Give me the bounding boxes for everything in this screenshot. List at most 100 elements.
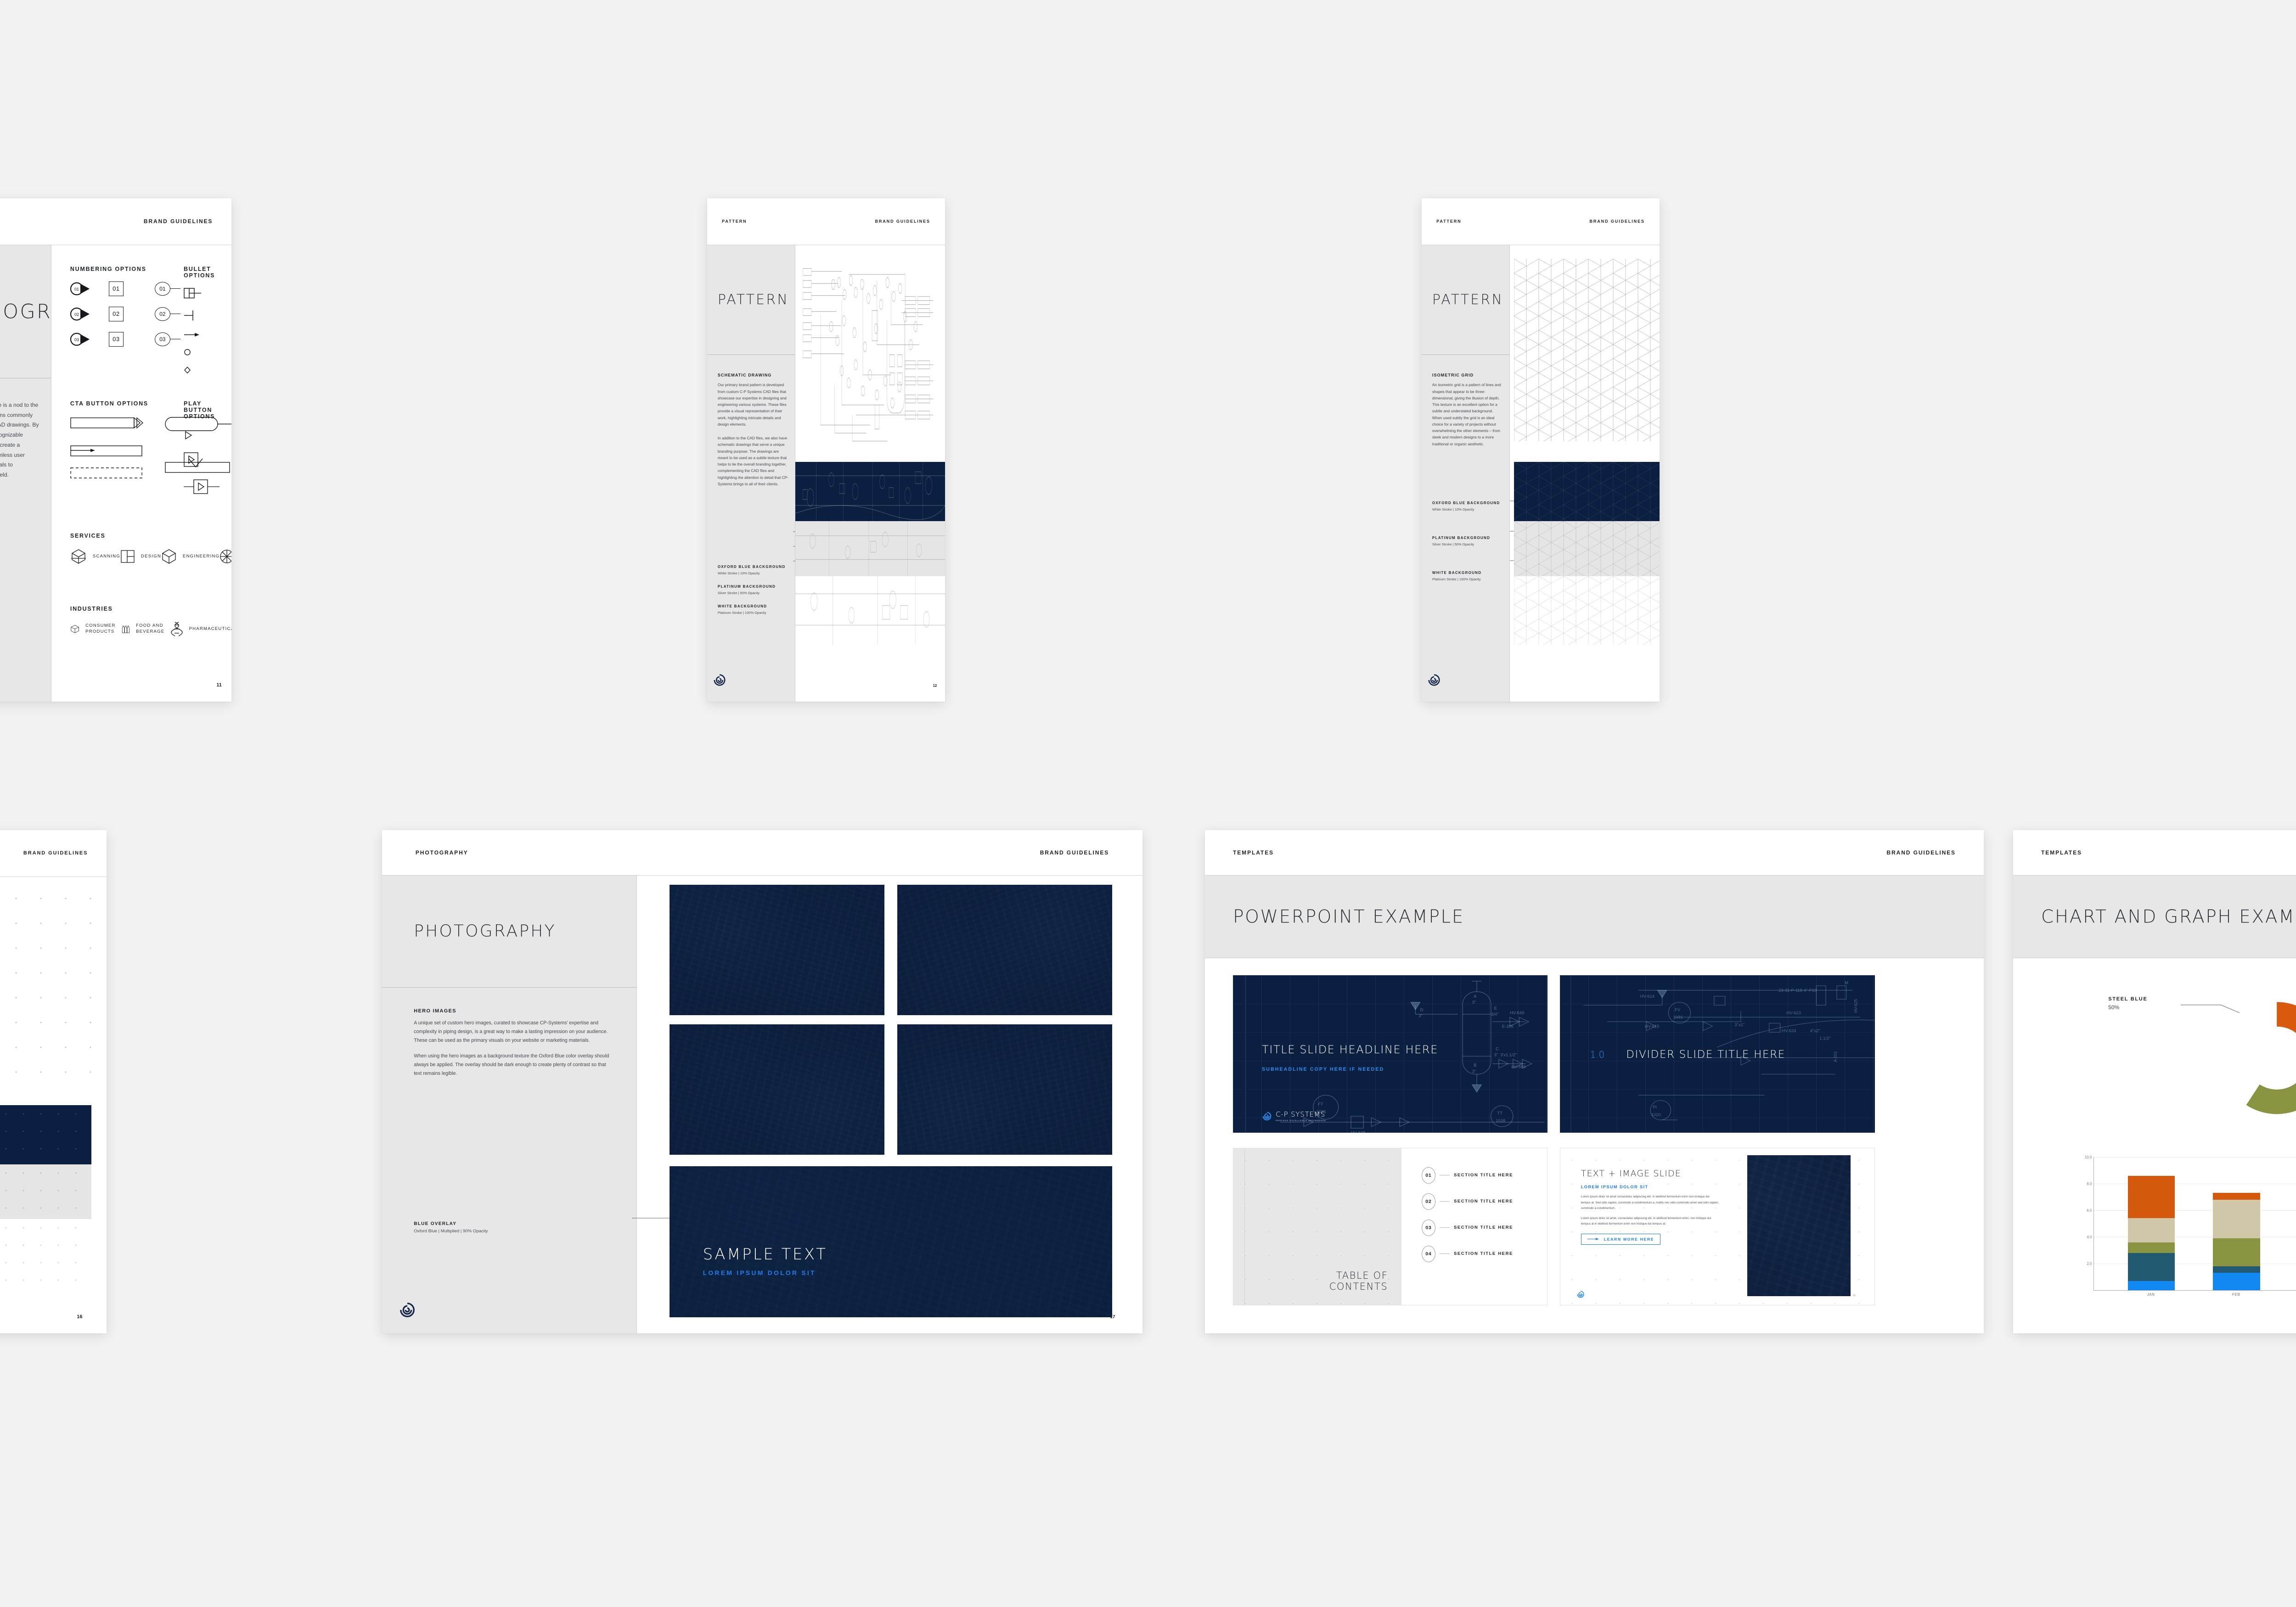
learn-more-label: LEARN MORE HERE	[1604, 1236, 1654, 1242]
slide-title[interactable]: A 3" E 3/4" HV-649 C 3" HV-650 B 3" D 3" FT 10…	[1233, 975, 1548, 1133]
page-pattern-isometric[interactable]: PATTERN BRAND GUIDELINES PATTERN ISOMETR…	[1422, 198, 1660, 702]
page-chart-examples[interactable]: TEMPLATES BRAND GUIDELINES CHART AND GRA…	[2013, 830, 2296, 1333]
page-brand-label: BRAND GUIDELINES	[23, 850, 88, 856]
page-number: 12	[933, 684, 937, 688]
toc-item-dash	[1439, 1227, 1450, 1228]
slide-page-number: 10	[1852, 1294, 1856, 1297]
svg-text:02: 02	[74, 312, 79, 317]
cta-button-inner-arrow[interactable]	[70, 444, 144, 460]
body-paragraph-1: A unique set of custom hero images, cura…	[414, 1020, 608, 1043]
page-title: PHOTOGRAPHY	[414, 921, 556, 941]
title-slide-headline: TITLE SLIDE HEADLINE HERE	[1262, 1043, 1438, 1056]
title-slide-logo: C-P SYSTEMS PROCESS EXCELLENCE ENGINEERE…	[1262, 1110, 1326, 1122]
svg-text:HV-625: HV-625	[1854, 999, 1858, 1013]
callout-list: OXFORD BLUE BACKGROUND White Stroke | 10…	[718, 565, 792, 629]
slide-table-of-contents[interactable]: TABLE OF CONTENTS 01 SECTION TITLE HERE …	[1233, 1147, 1548, 1305]
toc-item-label: SECTION TITLE HERE	[1453, 1199, 1514, 1204]
page-pattern-dot[interactable]: BRAND GUIDELINES 16	[0, 830, 107, 1333]
svg-text:FT: FT	[1318, 1102, 1323, 1107]
slide-text-image[interactable]: TEXT + IMAGE SLIDE LOREM IPSUM DOLOR SIT…	[1560, 1147, 1875, 1305]
page-title-box: PATTERN	[707, 245, 795, 355]
page-photography[interactable]: PHOTOGRAPHY BRAND GUIDELINES PHOTOGRAPHY…	[382, 830, 1142, 1333]
bar-column[interactable]	[2127, 1175, 2175, 1290]
box-icon	[71, 625, 79, 634]
brand-logo-mark	[1428, 674, 1440, 686]
callout-oxford-blue: OXFORD BLUE BACKGROUND White Stroke | 10…	[1432, 501, 1507, 511]
page-pattern-schematic[interactable]: PATTERN BRAND GUIDELINES PATTERN SCHEMAT…	[707, 198, 945, 702]
dot-white-band	[0, 1219, 92, 1283]
hero-banner[interactable]: SAMPLE TEXT LOREM IPSUM DOLOR SIT	[670, 1166, 1112, 1318]
bar-chart-x-axis: JAN FEB MAR APR MAY	[2093, 1291, 2296, 1307]
page-powerpoint-example[interactable]: TEMPLATES BRAND GUIDELINES POWERPOINT EX…	[1205, 830, 1984, 1333]
body-paragraph-2: In addition to the CAD files, we also ha…	[717, 436, 788, 486]
page-iconography[interactable]: ICONOGRAPHY BRAND GUIDELINES ICONOGRAPHY…	[0, 198, 231, 702]
page-sidebar: ICONOGRAPHY Our iconography style is a n…	[0, 245, 108, 702]
numbering-ellipse-marker: 01	[154, 281, 180, 296]
industry-item: PHARMACEUTICAL	[170, 621, 231, 637]
bar-column[interactable]	[2213, 1193, 2260, 1290]
svg-text:1020: 1020	[1651, 1113, 1661, 1117]
toc-items: 01 SECTION TITLE HERE 02 SECTION TITLE H…	[1421, 1167, 1535, 1262]
svg-text:HV-615: HV-615	[1645, 1024, 1659, 1029]
toc-item[interactable]: 02 SECTION TITLE HERE	[1421, 1193, 1535, 1210]
cta-button-dashed[interactable]	[70, 466, 144, 482]
hero-thumbnail[interactable]	[670, 1024, 885, 1155]
stacked-bar-chart[interactable]: 10.0 8.0 6.0 4.0 2.0 JAN FEB	[2060, 1155, 2296, 1307]
y-tick: 2.0	[2087, 1262, 2092, 1266]
dot-oxford-band	[0, 1105, 92, 1165]
numbering-row: 02 02 02	[70, 306, 180, 322]
numbering-box-marker: 01	[108, 281, 124, 296]
bullet-tee-icon	[184, 310, 231, 323]
callout-title: PLATINUM BACKGROUND	[717, 584, 776, 589]
page-sidebar: PATTERN SCHEMATIC DRAWING Our primary br…	[707, 245, 795, 702]
play-inline-icon[interactable]	[184, 479, 231, 496]
page-header: PHOTOGRAPHY BRAND GUIDELINES	[382, 830, 1142, 876]
toc-item-number: 01	[1421, 1167, 1435, 1184]
svg-text:03: 03	[74, 337, 79, 342]
wheel-icon	[220, 550, 231, 563]
toc-item-label: SECTION TITLE HERE	[1453, 1225, 1514, 1231]
toc-item[interactable]: 04 SECTION TITLE HERE	[1421, 1245, 1535, 1262]
hero-thumbnail[interactable]	[897, 884, 1112, 1015]
section-label-bullets: BULLET OPTIONS	[184, 265, 215, 279]
section-label-industries: INDUSTRIES	[70, 606, 113, 612]
slide-divider[interactable]: HV-614 HV-615 23-31-P-118-4"-P10 HV-623 HV…	[1560, 975, 1875, 1133]
page-eyebrow: PHOTOGRAPHY	[415, 849, 468, 856]
page-number: 11	[216, 682, 222, 688]
svg-text:PI: PI	[1653, 1105, 1657, 1110]
isometric-oxford-band	[1514, 462, 1660, 522]
callout-blue-overlay: BLUE OVERLAY Oxford Blue | Multiplied | …	[414, 1221, 629, 1234]
play-triangle-icon[interactable]	[184, 431, 231, 442]
svg-text:HV-614: HV-614	[1640, 994, 1654, 999]
section-subhead: ISOMETRIC GRID	[1432, 373, 1474, 378]
svg-text:HV-648: HV-648	[1351, 1131, 1365, 1133]
numbering-pin-marker: 02	[70, 306, 91, 322]
numbering-ellipse-marker: 03	[154, 332, 180, 346]
page-title-band: POWERPOINT EXAMPLE	[1205, 875, 1984, 959]
svg-text:1028: 1028	[1496, 1118, 1505, 1123]
callout-spec: Oxford Blue | Multiplied | 90% Opacity	[414, 1228, 488, 1234]
learn-more-button[interactable]: LEARN MORE HERE	[1581, 1233, 1661, 1245]
cta-button-arrowhead[interactable]	[70, 416, 144, 432]
bar-segment-tan	[2127, 1218, 2175, 1242]
bar-segment-tan	[2213, 1199, 2260, 1238]
callout-list: BLUE OVERLAY Oxford Blue | Multiplied | …	[414, 1221, 629, 1247]
slide-image[interactable]	[1747, 1155, 1851, 1296]
svg-text:C: C	[1496, 1047, 1499, 1051]
numbering-tail	[170, 338, 180, 340]
page-eyebrow: TEMPLATES	[2041, 849, 2082, 856]
svg-text:HV-623: HV-623	[1787, 1011, 1801, 1015]
hero-thumbnail[interactable]	[670, 884, 885, 1015]
svg-text:3": 3"	[1418, 1014, 1423, 1018]
bar-segment-olive	[2213, 1238, 2260, 1266]
slides-area: A 3" E 3/4" HV-649 C 3" HV-650 B 3" D 3" FT 10…	[1205, 958, 1984, 1333]
toc-item[interactable]: 01 SECTION TITLE HERE	[1421, 1167, 1535, 1184]
play-boxed-icon[interactable]	[184, 452, 231, 469]
toc-item[interactable]: 03 SECTION TITLE HERE	[1421, 1219, 1535, 1236]
donut-chart[interactable]: STEEL BLUE 50%	[2083, 973, 2296, 1138]
hero-thumbnail[interactable]	[897, 1024, 1112, 1155]
numbering-box-marker: 02	[108, 306, 124, 321]
svg-text:3"x1": 3"x1"	[1735, 1023, 1745, 1027]
page-title: CHART AND GRAPH EXAMPLES	[2041, 906, 2296, 927]
svg-text:3/4": 3/4"	[1491, 1012, 1498, 1017]
